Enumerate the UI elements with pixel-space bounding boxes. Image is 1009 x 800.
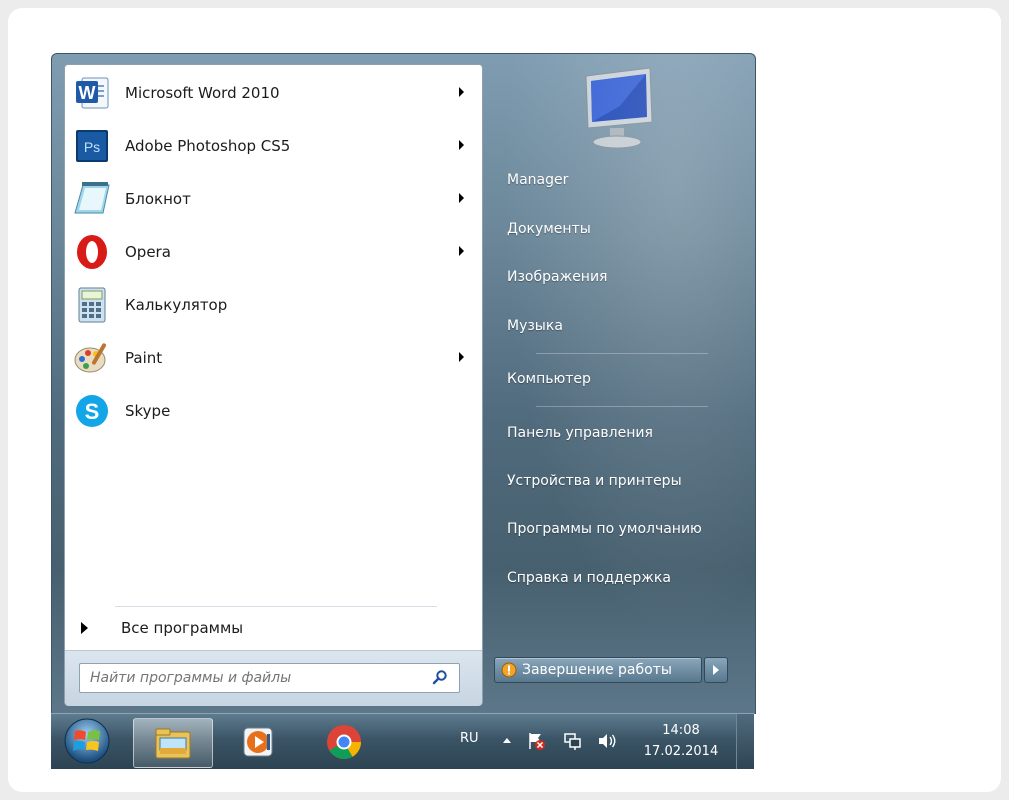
search-input[interactable]: [88, 667, 422, 689]
devices-printers-link[interactable]: Устройства и принтеры: [507, 473, 682, 489]
taskbar: RU 14:08 17.02.2014: [51, 713, 754, 769]
divider: [536, 406, 708, 407]
all-programs-label: Все программы: [121, 619, 244, 637]
search-box[interactable]: [79, 663, 460, 693]
show-hidden-icons-icon[interactable]: [503, 738, 511, 743]
pictures-link[interactable]: Изображения: [507, 269, 607, 285]
show-desktop-button[interactable]: [736, 714, 754, 769]
program-item-notepad[interactable]: Блокнот: [71, 174, 476, 224]
program-item-skype[interactable]: S Skype: [71, 386, 476, 436]
help-support-link[interactable]: Справка и поддержка: [507, 570, 671, 586]
notepad-icon: [73, 180, 111, 218]
paint-icon: [73, 339, 111, 377]
language-indicator[interactable]: RU: [460, 731, 479, 746]
taskbar-explorer-button[interactable]: [133, 718, 213, 768]
chrome-icon: [325, 723, 363, 761]
program-label: Skype: [125, 402, 171, 420]
skype-icon: S: [73, 392, 111, 430]
program-item-calculator[interactable]: Калькулятор: [71, 280, 476, 330]
shutdown-button[interactable]: Завершение работы: [494, 657, 702, 683]
clock-date: 17.02.2014: [643, 744, 719, 759]
search-area: [65, 650, 482, 706]
taskbar-media-player-button[interactable]: [221, 718, 295, 766]
svg-text:W: W: [79, 83, 96, 103]
explorer-icon: [152, 724, 194, 762]
control-panel-link[interactable]: Панель управления: [507, 425, 653, 441]
action-center-flag-icon[interactable]: [526, 731, 546, 755]
program-label: Microsoft Word 2010: [125, 84, 280, 102]
taskbar-chrome-button[interactable]: [307, 718, 381, 766]
clock[interactable]: 14:08 17.02.2014: [639, 720, 723, 762]
media-player-icon: [240, 724, 276, 760]
program-label: Adobe Photoshop CS5: [125, 137, 291, 155]
search-icon[interactable]: [432, 669, 448, 689]
music-link[interactable]: Музыка: [507, 318, 563, 334]
all-programs-button[interactable]: Все программы: [77, 610, 457, 646]
documents-link[interactable]: Документы: [507, 221, 591, 237]
start-button[interactable]: [61, 717, 113, 765]
word-icon: W: [73, 74, 111, 112]
svg-text:S: S: [85, 399, 100, 424]
program-label: Opera: [125, 243, 171, 261]
program-item-opera[interactable]: Opera: [71, 227, 476, 277]
computer-link[interactable]: Компьютер: [507, 371, 591, 387]
computer-icon: [570, 66, 662, 154]
divider: [536, 353, 708, 354]
submenu-arrow-icon[interactable]: [459, 193, 464, 203]
program-item-photoshop[interactable]: Ps Adobe Photoshop CS5: [71, 121, 476, 171]
programs-pane: W Microsoft Word 2010 Ps Adobe Photoshop…: [64, 64, 483, 706]
user-folder-link[interactable]: Manager: [507, 172, 568, 188]
divider: [115, 606, 437, 607]
shutdown-label: Завершение работы: [522, 662, 672, 678]
start-menu: W Microsoft Word 2010 Ps Adobe Photoshop…: [51, 53, 756, 714]
program-label: Калькулятор: [125, 296, 228, 314]
program-label: Блокнот: [125, 190, 191, 208]
submenu-arrow-icon[interactable]: [459, 246, 464, 256]
warning-shield-icon: [501, 662, 517, 678]
shutdown-options-button[interactable]: [704, 657, 728, 683]
network-icon[interactable]: [562, 731, 582, 755]
submenu-arrow-icon[interactable]: [459, 352, 464, 362]
expand-arrow-icon: [81, 622, 88, 634]
svg-text:Ps: Ps: [84, 139, 100, 155]
program-item-word[interactable]: W Microsoft Word 2010: [71, 68, 476, 118]
program-label: Paint: [125, 349, 163, 367]
calculator-icon: [73, 286, 111, 324]
program-item-paint[interactable]: Paint: [71, 333, 476, 383]
clock-time: 14:08: [662, 723, 700, 738]
volume-icon[interactable]: [596, 731, 618, 755]
submenu-arrow-icon[interactable]: [459, 140, 464, 150]
default-programs-link[interactable]: Программы по умолчанию: [507, 521, 702, 537]
opera-icon: [73, 233, 111, 271]
submenu-arrow-icon[interactable]: [459, 87, 464, 97]
photoshop-icon: Ps: [73, 127, 111, 165]
